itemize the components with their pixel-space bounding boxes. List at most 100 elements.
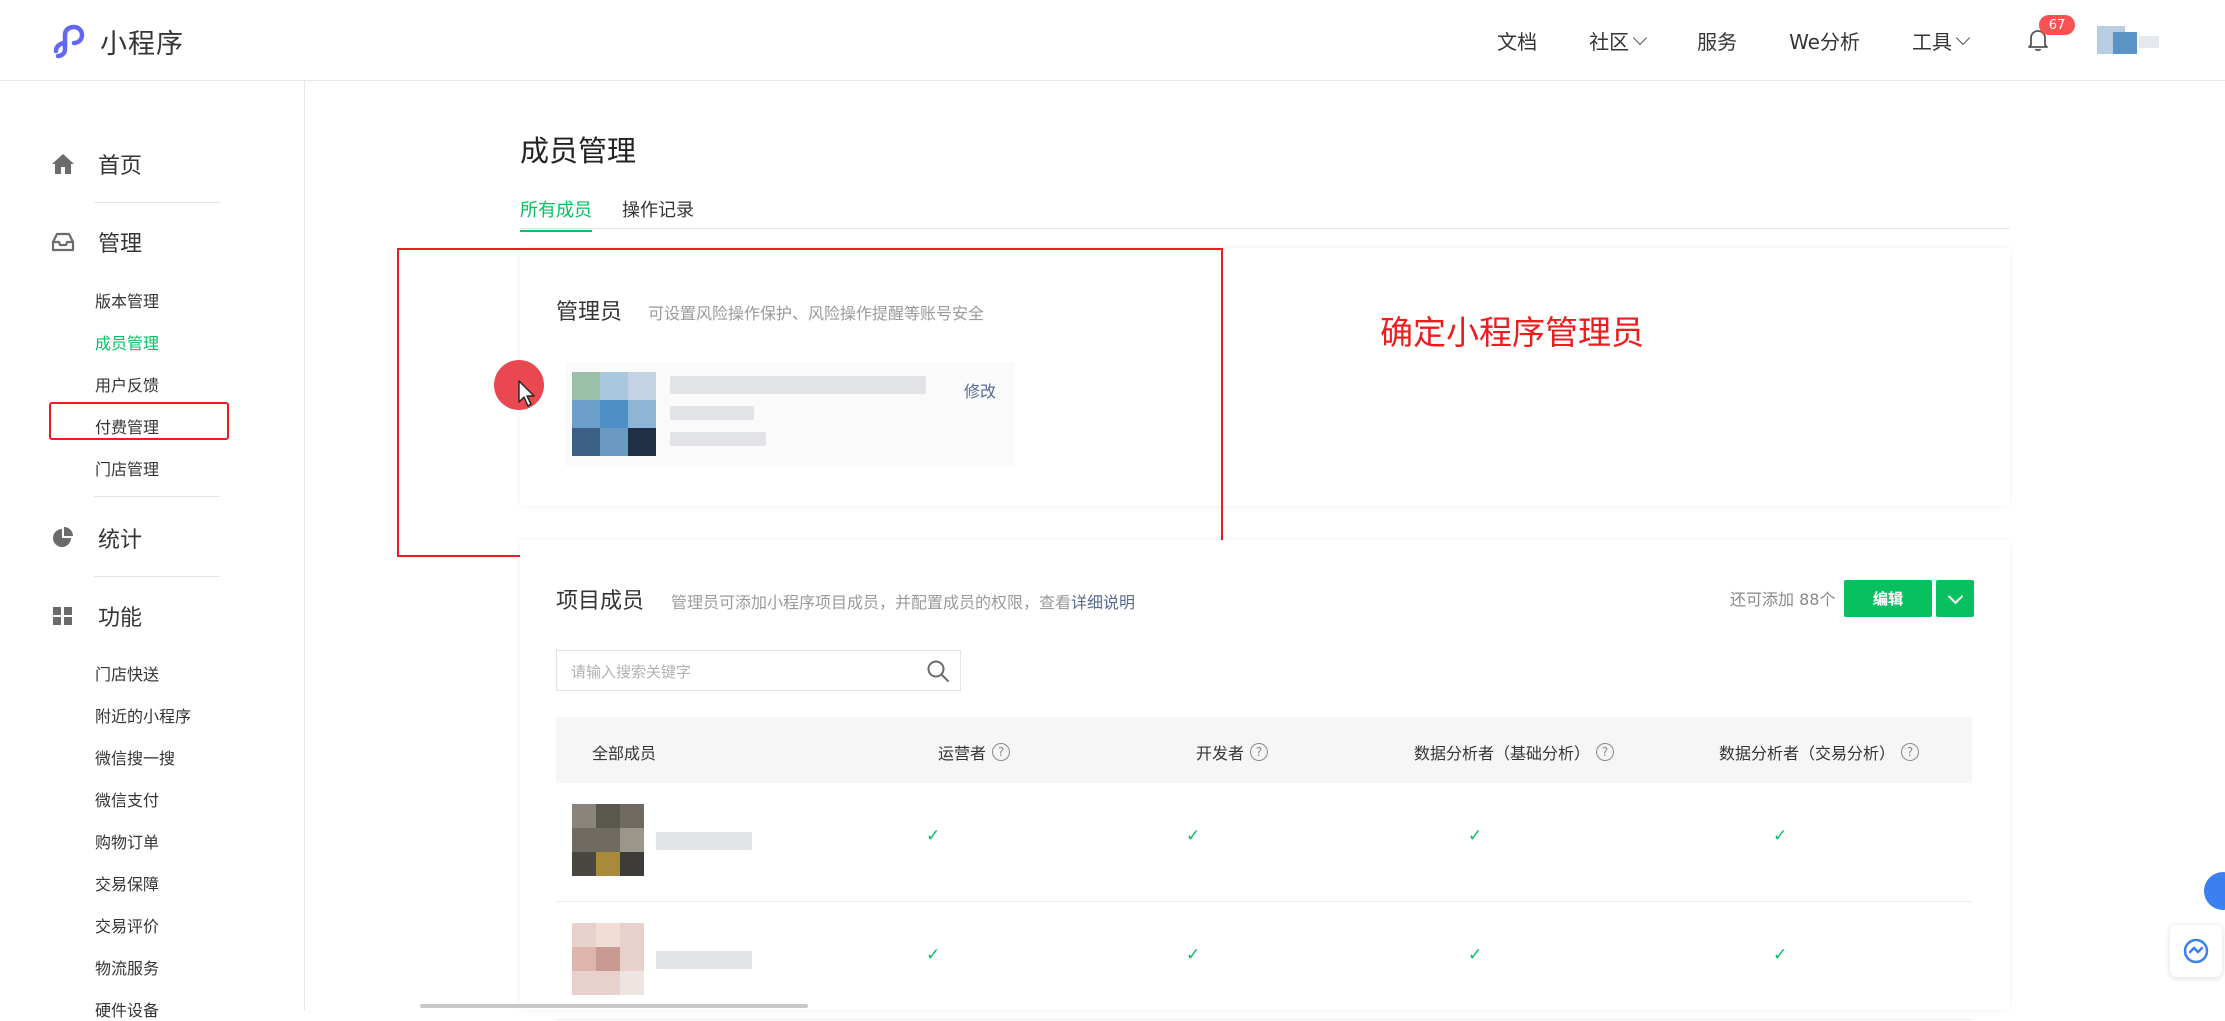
mouse-cursor-icon — [518, 380, 535, 407]
member-avatar — [572, 804, 644, 876]
floating-side-button[interactable] — [2204, 872, 2225, 910]
help-icon[interactable]: ? — [1596, 743, 1615, 761]
avatar-pixel — [620, 828, 644, 852]
support-icon — [2183, 938, 2209, 964]
col-label: 数据分析者（基础分析） — [1414, 744, 1591, 763]
sidebar-item-features[interactable]: 功能 — [50, 600, 142, 632]
avatar-pixel — [596, 852, 620, 876]
sidebar-divider — [94, 496, 220, 497]
sidebar-item-trade-guarantee[interactable]: 交易保障 — [95, 871, 159, 895]
tab-all-members[interactable]: 所有成员 — [520, 196, 592, 232]
top-navbar: 小程序 文档 社区 服务 We分析 工具 67 — [0, 0, 2225, 81]
avatar-pixel — [572, 804, 596, 828]
customer-service-button[interactable] — [2170, 925, 2222, 977]
check-icon: ✓ — [926, 826, 941, 846]
col-analyst-basic: 数据分析者（基础分析）? — [1414, 740, 1615, 764]
notification-button[interactable]: 67 — [2023, 15, 2075, 55]
user-avatar[interactable] — [2097, 26, 2165, 54]
nav-tools-label: 工具 — [1912, 29, 1952, 54]
help-icon[interactable]: ? — [1901, 743, 1920, 761]
sidebar-item-stores[interactable]: 门店管理 — [95, 456, 159, 480]
nav-services[interactable]: 服务 — [1697, 26, 1737, 55]
top-nav-menu: 文档 社区 服务 We分析 工具 67 — [1445, 0, 2165, 80]
check-icon: ✓ — [926, 945, 941, 965]
chevron-down-icon — [1633, 30, 1648, 45]
avatar-pixel — [2139, 36, 2159, 48]
sidebar-item-home-label: 首页 — [98, 154, 143, 179]
member-search — [556, 650, 961, 692]
avatar-pixel — [620, 852, 644, 876]
col-label: 开发者 — [1196, 744, 1245, 763]
active-item-highlight-box — [49, 402, 229, 440]
avatar-pixel — [572, 852, 596, 876]
nav-tools[interactable]: 工具 — [1912, 26, 1971, 55]
tab-operation-log[interactable]: 操作记录 — [622, 196, 694, 230]
member-name-redacted — [656, 951, 752, 969]
sidebar-divider — [94, 576, 220, 577]
nav-services-label: 服务 — [1697, 29, 1738, 54]
nav-we-analysis-label: We分析 — [1789, 29, 1860, 54]
sidebar-item-store-delivery[interactable]: 门店快送 — [95, 661, 159, 685]
pie-chart-icon — [53, 527, 73, 547]
sidebar-item-manage[interactable]: 管理 — [50, 226, 142, 258]
members-desc-text: 管理员可添加小程序项目成员，并配置成员的权限，查看 — [671, 593, 1072, 612]
member-search-input[interactable] — [569, 651, 913, 692]
members-title: 项目成员 — [556, 589, 645, 614]
check-icon: ✓ — [1468, 945, 1483, 965]
help-icon[interactable]: ? — [1250, 743, 1269, 761]
check-icon: ✓ — [1186, 826, 1201, 846]
check-icon: ✓ — [1468, 826, 1483, 846]
sidebar-item-hardware[interactable]: 硬件设备 — [95, 997, 159, 1021]
sidebar-item-feedback[interactable]: 用户反馈 — [95, 372, 159, 396]
sidebar-item-versions[interactable]: 版本管理 — [95, 288, 159, 312]
chevron-down-icon — [1947, 588, 1963, 604]
member-avatar — [572, 923, 644, 995]
sidebar: 首页 管理 版本管理 成员管理 用户反馈 付费管理 门店管理 统计 功能 门店快… — [0, 81, 305, 1020]
sidebar-item-members[interactable]: 成员管理 — [95, 330, 159, 354]
check-icon: ✓ — [1773, 826, 1788, 846]
col-label: 全部成员 — [592, 744, 657, 763]
sidebar-item-logistics[interactable]: 物流服务 — [95, 955, 159, 979]
avatar-pixel — [572, 947, 596, 971]
search-icon[interactable] — [926, 659, 950, 683]
sidebar-item-wechat-pay[interactable]: 微信支付 — [95, 787, 159, 811]
sidebar-item-trade-review[interactable]: 交易评价 — [95, 913, 159, 937]
nav-community[interactable]: 社区 — [1589, 26, 1648, 55]
members-desc: 管理员可添加小程序项目成员，并配置成员的权限，查看详细说明 — [671, 589, 1135, 613]
sidebar-item-stats[interactable]: 统计 — [50, 522, 142, 554]
edit-dropdown-button[interactable] — [1936, 580, 1974, 617]
sidebar-item-nearby[interactable]: 附近的小程序 — [95, 703, 191, 727]
sidebar-item-features-label: 功能 — [98, 606, 143, 631]
avatar-pixel — [596, 804, 620, 828]
table-row: ✓ ✓ ✓ ✓ — [556, 901, 1972, 1020]
nav-docs[interactable]: 文档 — [1497, 26, 1537, 55]
col-developer: 开发者? — [1196, 740, 1269, 764]
avatar-pixel — [596, 923, 620, 947]
help-icon[interactable]: ? — [992, 743, 1011, 761]
horizontal-scrollbar[interactable] — [420, 1004, 808, 1008]
remaining-count: 还可添加 88个 — [1730, 590, 1836, 609]
chevron-down-icon — [1955, 30, 1971, 45]
nav-docs-label: 文档 — [1497, 29, 1538, 54]
members-help-link[interactable]: 详细说明 — [1071, 593, 1135, 612]
sidebar-item-home[interactable]: 首页 — [50, 148, 142, 180]
sidebar-item-orders[interactable]: 购物订单 — [95, 829, 159, 853]
member-name-redacted — [656, 832, 752, 850]
brand[interactable]: 小程序 — [48, 20, 184, 62]
miniprogram-logo-icon — [53, 24, 85, 59]
page-title: 成员管理 — [520, 134, 637, 168]
col-operator: 运营者? — [938, 740, 1011, 764]
sidebar-divider — [94, 202, 220, 203]
avatar-pixel — [620, 971, 644, 995]
avatar-pixel — [596, 947, 620, 971]
edit-members-button[interactable]: 编辑 — [1844, 580, 1932, 617]
check-icon: ✓ — [1773, 945, 1788, 965]
table-row: ✓ ✓ ✓ ✓ — [556, 783, 1972, 902]
tab-bar: 所有成员 操作记录 — [520, 196, 2010, 232]
check-icon: ✓ — [1186, 945, 1201, 965]
col-all-members: 全部成员 — [592, 740, 656, 764]
nav-we-analysis[interactable]: We分析 — [1789, 26, 1860, 55]
col-label: 运营者 — [938, 744, 987, 763]
col-analyst-trade: 数据分析者（交易分析）? — [1719, 740, 1920, 764]
sidebar-item-wechat-search[interactable]: 微信搜一搜 — [95, 745, 175, 769]
